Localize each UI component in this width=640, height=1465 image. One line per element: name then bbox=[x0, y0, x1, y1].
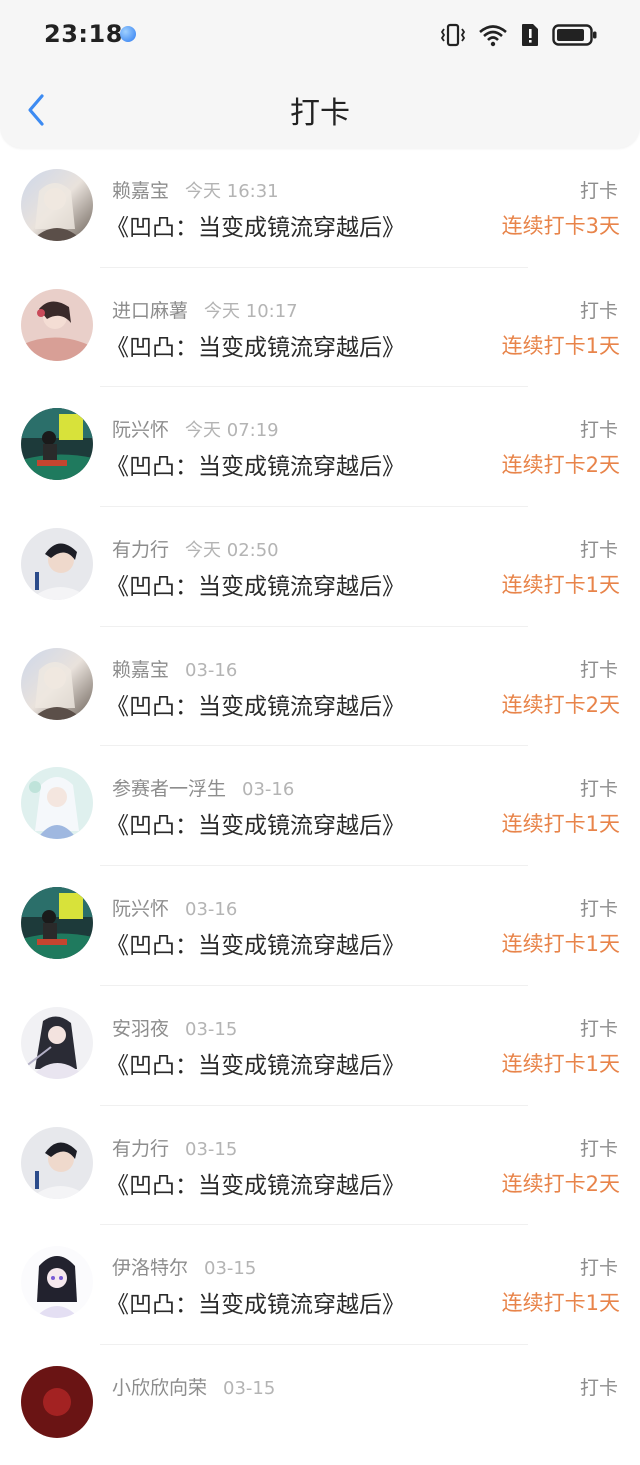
status-time: 23:18 bbox=[44, 20, 123, 48]
checkin-label: 打卡 bbox=[579, 1257, 618, 1280]
user-name-line: 进口麻薯 今天 10:17 bbox=[112, 296, 298, 323]
user-name[interactable]: 赖嘉宝 bbox=[112, 180, 169, 202]
checkin-time: 03-16 bbox=[185, 899, 238, 921]
book-title[interactable]: 《凹凸：当变成镜流穿越后》 bbox=[106, 1046, 405, 1080]
book-title[interactable]: 《凹凸：当变成镜流穿越后》 bbox=[106, 208, 405, 242]
book-title[interactable]: 《凹凸：当变成镜流穿越后》 bbox=[106, 1166, 405, 1200]
list-item[interactable]: 进口麻薯 今天 10:17 《凹凸：当变成镜流穿越后》 打卡 连续打卡1天 bbox=[0, 268, 640, 388]
user-name[interactable]: 赖嘉宝 bbox=[112, 659, 169, 681]
streak-label: 连续打卡3天 bbox=[501, 214, 620, 238]
list-item[interactable]: 阮兴怀 03-16 《凹凸：当变成镜流穿越后》 打卡 连续打卡1天 bbox=[0, 866, 640, 986]
user-name-line: 赖嘉宝 今天 16:31 bbox=[112, 176, 279, 203]
streak-label: 连续打卡1天 bbox=[501, 1051, 620, 1076]
user-name[interactable]: 有力行 bbox=[112, 1138, 169, 1160]
avatar[interactable] bbox=[21, 1006, 93, 1079]
checkin-label: 打卡 bbox=[579, 658, 618, 681]
user-name-line: 阮兴怀 今天 07:19 bbox=[112, 415, 279, 442]
list-item[interactable]: 有力行 03-15 《凹凸：当变成镜流穿越后》 打卡 连续打卡2天 bbox=[0, 1106, 640, 1226]
avatar[interactable] bbox=[21, 767, 93, 840]
user-name[interactable]: 伊洛特尔 bbox=[112, 1257, 188, 1279]
checkin-label: 打卡 bbox=[579, 299, 618, 322]
checkin-time: 03-15 bbox=[204, 1258, 257, 1280]
checkin-time: 03-15 bbox=[223, 1377, 276, 1399]
list-item[interactable]: 赖嘉宝 今天 16:31 《凹凸：当变成镜流穿越后》 打卡 连续打卡3天 bbox=[0, 148, 640, 268]
top-bar: 23:18 打卡 bbox=[0, 0, 640, 148]
avatar[interactable] bbox=[21, 288, 93, 361]
user-name[interactable]: 有力行 bbox=[112, 539, 169, 561]
book-title[interactable]: 《凹凸：当变成镜流穿越后》 bbox=[106, 687, 405, 721]
vibrate-icon bbox=[440, 23, 466, 47]
user-name[interactable]: 小欣欣向荣 bbox=[112, 1377, 207, 1399]
checkin-label: 打卡 bbox=[579, 539, 618, 562]
checkin-time: 今天 10:17 bbox=[204, 300, 298, 322]
user-name[interactable]: 进口麻薯 bbox=[112, 300, 188, 322]
checkin-time: 03-16 bbox=[242, 779, 295, 801]
status-icons bbox=[440, 22, 598, 48]
checkin-label: 打卡 bbox=[579, 898, 618, 921]
book-title[interactable]: 《凹凸：当变成镜流穿越后》 bbox=[106, 926, 405, 960]
list-item[interactable]: 安羽夜 03-15 《凹凸：当变成镜流穿越后》 打卡 连续打卡1天 bbox=[0, 986, 640, 1106]
status-bar: 23:18 bbox=[0, 0, 640, 70]
user-name[interactable]: 安羽夜 bbox=[112, 1018, 169, 1040]
user-name-line: 赖嘉宝 03-16 bbox=[112, 655, 237, 682]
avatar[interactable] bbox=[21, 528, 93, 601]
checkin-time: 03-15 bbox=[185, 1138, 238, 1160]
book-title[interactable]: 《凹凸：当变成镜流穿越后》 bbox=[106, 567, 405, 601]
streak-label: 连续打卡1天 bbox=[501, 573, 620, 598]
streak-label: 连续打卡1天 bbox=[501, 333, 620, 358]
checkin-time: 今天 02:50 bbox=[185, 540, 279, 562]
wifi-icon bbox=[478, 23, 508, 47]
user-name[interactable]: 阮兴怀 bbox=[112, 419, 169, 441]
checkin-label: 打卡 bbox=[579, 180, 618, 202]
checkin-time: 今天 07:19 bbox=[185, 420, 279, 442]
list-item[interactable]: 伊洛特尔 03-15 《凹凸：当变成镜流穿越后》 打卡 连续打卡1天 bbox=[0, 1225, 640, 1345]
checkin-label: 打卡 bbox=[579, 778, 618, 801]
book-title[interactable]: 《凹凸：当变成镜流穿越后》 bbox=[106, 328, 405, 362]
list-item[interactable]: 赖嘉宝 03-16 《凹凸：当变成镜流穿越后》 打卡 连续打卡2天 bbox=[0, 627, 640, 747]
user-name[interactable]: 阮兴怀 bbox=[112, 898, 169, 920]
avatar[interactable] bbox=[21, 408, 93, 481]
list-item[interactable]: 有力行 今天 02:50 《凹凸：当变成镜流穿越后》 打卡 连续打卡1天 bbox=[0, 507, 640, 627]
book-title[interactable]: 《凹凸：当变成镜流穿越后》 bbox=[106, 806, 405, 840]
streak-label: 连续打卡1天 bbox=[501, 1291, 620, 1316]
user-name-line: 有力行 今天 02:50 bbox=[112, 535, 279, 562]
user-name-line: 阮兴怀 03-16 bbox=[112, 894, 237, 921]
user-name-line: 有力行 03-15 bbox=[112, 1134, 237, 1161]
avatar[interactable] bbox=[21, 887, 93, 960]
avatar[interactable] bbox=[21, 1365, 93, 1438]
user-name-line: 伊洛特尔 03-15 bbox=[112, 1253, 256, 1280]
avatar[interactable] bbox=[21, 647, 93, 720]
user-name-line: 参赛者一浮生 03-16 bbox=[112, 774, 294, 801]
checkin-list: 赖嘉宝 今天 16:31 《凹凸：当变成镜流穿越后》 打卡 连续打卡3天 进口麻薯… bbox=[0, 148, 640, 1465]
browser-globe-icon bbox=[120, 26, 136, 42]
user-name-line: 安羽夜 03-15 bbox=[112, 1014, 237, 1041]
avatar[interactable] bbox=[21, 1246, 93, 1319]
checkin-time: 今天 16:31 bbox=[185, 181, 279, 202]
book-title[interactable]: 《凹凸：当变成镜流穿越后》 bbox=[106, 1285, 405, 1319]
streak-label: 连续打卡2天 bbox=[501, 692, 620, 717]
page-title: 打卡 bbox=[290, 96, 350, 131]
book-title[interactable]: 《凹凸：当变成镜流穿越后》 bbox=[106, 447, 405, 481]
battery-icon bbox=[552, 23, 598, 47]
avatar[interactable] bbox=[21, 1126, 93, 1199]
streak-label: 连续打卡1天 bbox=[501, 932, 620, 957]
checkin-label: 打卡 bbox=[579, 1376, 618, 1399]
checkin-label: 打卡 bbox=[579, 419, 618, 442]
user-name[interactable]: 参赛者一浮生 bbox=[112, 778, 226, 800]
streak-label: 连续打卡1天 bbox=[501, 812, 620, 837]
checkin-time: 03-16 bbox=[185, 659, 238, 681]
checkin-label: 打卡 bbox=[579, 1017, 618, 1040]
checkin-time: 03-15 bbox=[185, 1018, 238, 1040]
list-item[interactable]: 阮兴怀 今天 07:19 《凹凸：当变成镜流穿越后》 打卡 连续打卡2天 bbox=[0, 387, 640, 508]
streak-label: 连续打卡2天 bbox=[501, 1171, 620, 1196]
checkin-label: 打卡 bbox=[579, 1137, 618, 1160]
alert-sim-icon bbox=[520, 23, 540, 47]
streak-label: 连续打卡2天 bbox=[501, 453, 620, 478]
list-item[interactable]: 小欣欣向荣 03-15 打卡 bbox=[0, 1345, 640, 1465]
user-name-line: 小欣欣向荣 03-15 bbox=[112, 1373, 275, 1400]
avatar[interactable] bbox=[21, 169, 93, 241]
list-item[interactable]: 参赛者一浮生 03-16 《凹凸：当变成镜流穿越后》 打卡 连续打卡1天 bbox=[0, 746, 640, 867]
